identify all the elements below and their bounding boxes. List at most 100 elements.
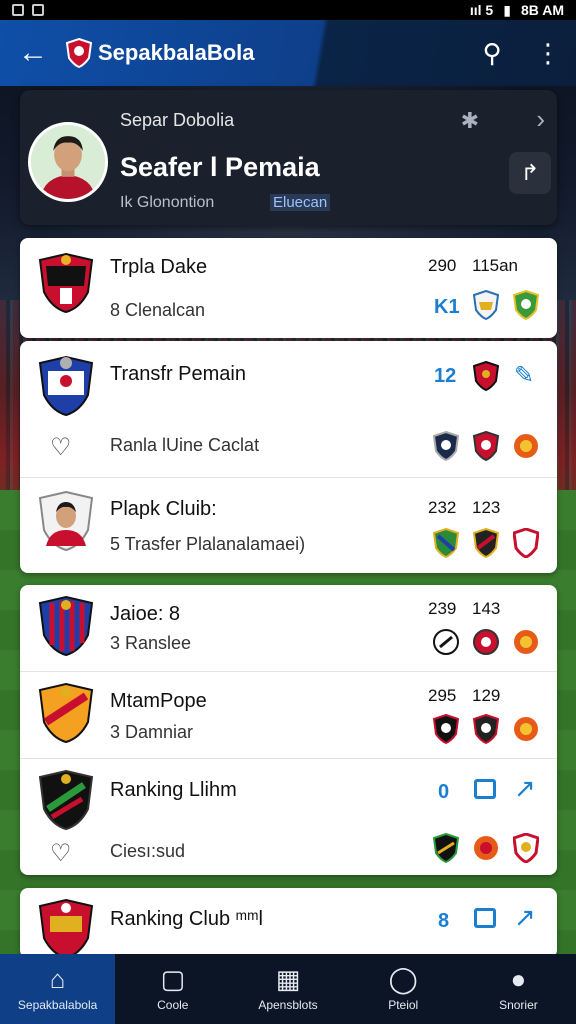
home-icon: ⌂: [49, 964, 66, 994]
club-card-2[interactable]: Transfr Pemain 12 ✎ ♡ Ranla lUine Caclat…: [20, 341, 557, 573]
app-bar: ← SepakbalaBola ⚲ ⋮: [0, 20, 576, 86]
team-badge-icon: [513, 528, 539, 558]
gear-icon[interactable]: ✱: [461, 108, 479, 134]
club-name: Ranking Llihm: [110, 779, 237, 801]
stat-value: 143: [472, 599, 501, 618]
profile-card[interactable]: Separ Dobolia Seafer l Pemaia Ik Glonont…: [20, 90, 557, 225]
team-badge-icon: [473, 290, 499, 320]
club-crest-icon: [38, 898, 94, 960]
stat-value: 232: [428, 498, 457, 517]
notification-icon: [12, 4, 24, 16]
app-title: SepakbalaBola: [98, 40, 255, 65]
chat-icon: ▢: [160, 964, 186, 994]
team-badge-icon: [433, 714, 459, 744]
more-vert-icon[interactable]: ⋮: [520, 38, 576, 69]
list-item[interactable]: Ranking Llihm 0 ↗ ♡ Ciesı:sud: [20, 759, 557, 875]
player-avatar-icon: [38, 490, 94, 552]
avatar: [28, 122, 108, 202]
team-badge-icon: [473, 629, 499, 655]
club-crest-icon: [38, 252, 94, 314]
list-item[interactable]: Jaioe: 8 3 Ranslee 239 143: [20, 585, 557, 671]
nav-item-apensblots[interactable]: ▦ Apensblots: [230, 954, 345, 1024]
nav-item-pteiol[interactable]: ◯ Pteiol: [346, 954, 461, 1024]
list-item[interactable]: MtamPope 3 Damniar 295 129: [20, 672, 557, 758]
nav-label: Pteiol: [388, 998, 419, 1012]
stat-value: 290: [428, 256, 457, 275]
status-icons-left: [12, 4, 44, 16]
club-detail: Ciesı:sud: [110, 841, 186, 861]
club-crest-icon: [38, 355, 94, 417]
list-item[interactable]: Plapk Cluib: 5 Trasfer Plalanalamaei) 23…: [20, 478, 557, 573]
stat-value: 239: [428, 599, 457, 618]
team-badge-icon: [433, 528, 459, 558]
stat-value: 129: [472, 686, 501, 705]
team-badge-icon: [433, 833, 459, 863]
nav-label: Apensblots: [258, 998, 318, 1012]
club-name: Trpla Dake: [110, 256, 208, 278]
stat-highlight: 12: [434, 365, 457, 387]
club-name: Transfr Pemain: [110, 363, 246, 385]
battery-icon: ▮: [503, 1, 511, 18]
club-card-3[interactable]: Jaioe: 8 3 Ranslee 239 143 MtamPope 3 Da…: [20, 585, 557, 875]
search-icon[interactable]: ⚲: [464, 38, 520, 69]
team-badge-icon: [513, 833, 539, 863]
app-notification-icon: [32, 4, 44, 16]
edit-icon[interactable]: ✎: [514, 361, 534, 390]
club-detail: 8 Clenalcan: [110, 300, 206, 320]
profile-tag[interactable]: Eluecan: [270, 194, 331, 211]
heart-icon[interactable]: ♡: [50, 839, 72, 868]
team-badge-icon: [473, 714, 499, 744]
app-brand: SepakbalaBola: [66, 38, 464, 68]
bottom-navigation: ⌂ Sepakbalabola ▢ Coole ▦ Apensblots ◯ P…: [0, 954, 576, 1024]
club-card-4[interactable]: Ranking Club ᵐᵐl 8 ↗: [20, 888, 557, 960]
team-badge-icon: [513, 290, 539, 320]
search-icon: ◯: [388, 964, 418, 994]
stat-value: 123: [472, 498, 501, 517]
chevron-right-icon[interactable]: ›: [536, 104, 545, 135]
club-name: MtamPope: [110, 690, 207, 712]
nav-label: Snorier: [499, 998, 538, 1012]
stat-highlight: 8: [438, 910, 450, 932]
stat-highlight: K1: [434, 296, 460, 318]
nav-item-coole[interactable]: ▢ Coole: [115, 954, 230, 1024]
grid-icon: ▦: [275, 964, 301, 994]
club-card-1[interactable]: Trpla Dake 8 Clenalcan 290 115an K1: [20, 238, 557, 338]
team-badge-icon: [433, 629, 459, 655]
profile-subtitle: Separ Dobolia: [120, 110, 235, 130]
stat-value: 295: [428, 686, 457, 705]
team-badge-icon: [473, 361, 499, 391]
club-crest-icon: [38, 595, 94, 657]
nav-item-profile[interactable]: ● Snorier: [461, 954, 576, 1024]
stat-highlight: 0: [438, 781, 450, 803]
list-icon[interactable]: [474, 908, 496, 928]
club-name: Ranking Club ᵐᵐl: [110, 908, 263, 930]
team-badge-icon: [473, 528, 499, 558]
nav-label: Coole: [157, 998, 189, 1012]
arrow-icon[interactable]: ↗: [514, 773, 536, 804]
club-name: Plapk Cluib:: [110, 498, 217, 520]
person-icon: ●: [510, 964, 527, 994]
team-badge-icon: [474, 836, 498, 860]
team-badge-icon: [514, 630, 538, 654]
club-crest-icon: [38, 682, 94, 744]
share-icon[interactable]: ↱: [509, 152, 551, 194]
list-icon[interactable]: [474, 779, 496, 799]
list-item[interactable]: Trpla Dake 8 Clenalcan 290 115an K1: [20, 238, 557, 338]
nav-item-home[interactable]: ⌂ Sepakbalabola: [0, 954, 116, 1024]
club-detail: 3 Damniar: [110, 722, 194, 742]
team-badge-icon: [473, 431, 499, 461]
team-badge-icon: [433, 431, 459, 461]
status-bar: ııl 5 ▮ 8B AM: [0, 0, 576, 20]
club-detail: 3 Ranslee: [110, 633, 192, 653]
profile-meta: Ik Glonontion: [120, 194, 215, 211]
nav-label: Sepakbalabola: [17, 998, 98, 1012]
club-detail: 5 Trasfer Plalanalamaei): [110, 534, 306, 554]
list-item[interactable]: Ranking Club ᵐᵐl 8 ↗: [20, 888, 557, 960]
status-icons-right: ııl 5 ▮ 8B AM: [470, 2, 564, 19]
back-arrow-icon[interactable]: ←: [0, 36, 66, 70]
list-item[interactable]: Transfr Pemain 12 ✎ ♡ Ranla lUine Caclat: [20, 341, 557, 477]
clock: 8B AM: [520, 2, 564, 18]
arrow-icon[interactable]: ↗: [514, 902, 536, 933]
team-badge-icon: [514, 434, 538, 458]
heart-icon[interactable]: ♡: [50, 433, 72, 462]
